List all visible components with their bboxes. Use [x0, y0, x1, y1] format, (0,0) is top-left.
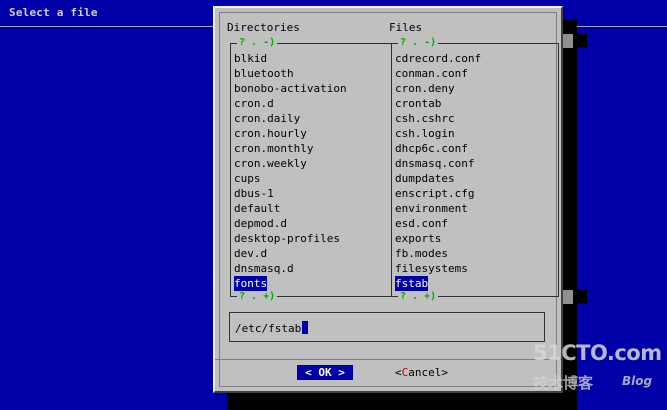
directory-item[interactable]: cron.monthly — [234, 142, 313, 155]
files-list: cdrecord.conf conman.conf cron.deny crontab… — [395, 51, 481, 291]
directory-item-row: cron.monthly — [234, 141, 347, 156]
files-scroll-down-indicator[interactable]: ? . +) — [398, 291, 439, 302]
file-item[interactable]: fb.modes — [395, 247, 448, 260]
file-item-row: conman.conf — [395, 66, 481, 81]
back-title: Select a file — [9, 6, 98, 19]
file-item[interactable]: environment — [395, 202, 468, 215]
cancel-button-rest: ancel> — [408, 366, 448, 379]
text-cursor — [302, 321, 309, 334]
ok-button[interactable]: < OK > — [297, 365, 353, 380]
file-item[interactable]: cron.deny — [395, 82, 455, 95]
file-item[interactable]: filesystems — [395, 262, 468, 275]
path-input[interactable]: /etc/fstab — [229, 312, 545, 342]
directory-item[interactable]: dnsmasq.d — [234, 262, 294, 275]
file-item-row: csh.cshrc — [395, 111, 481, 126]
directory-item[interactable]: bonobo-activation — [234, 82, 347, 95]
directory-item[interactable]: bluetooth — [234, 67, 294, 80]
cancel-button[interactable]: <Cancel> — [395, 365, 448, 380]
file-item-row: cdrecord.conf — [395, 51, 481, 66]
file-item-row: esd.conf — [395, 216, 481, 231]
ok-button-right-bracket: > — [331, 366, 345, 379]
path-input-value[interactable]: /etc/fstab — [235, 321, 309, 335]
directory-item-row: default — [234, 201, 347, 216]
directory-item-row: cron.d — [234, 96, 347, 111]
right-edge-tab-bottom-dark — [573, 290, 587, 304]
directory-item[interactable]: default — [234, 202, 280, 215]
directory-item-row: bluetooth — [234, 66, 347, 81]
directory-item-row: bonobo-activation — [234, 81, 347, 96]
directory-item-row: dnsmasq.d — [234, 261, 347, 276]
file-item[interactable]: dumpdates — [395, 172, 455, 185]
file-item-row: crontab — [395, 96, 481, 111]
directory-item-row: desktop-profiles — [234, 231, 347, 246]
file-item[interactable]: enscript.cfg — [395, 187, 474, 200]
directory-item-row: cron.daily — [234, 111, 347, 126]
file-item-row: csh.login — [395, 126, 481, 141]
file-item[interactable]: esd.conf — [395, 217, 448, 230]
directory-item[interactable]: depmod.d — [234, 217, 287, 230]
directory-item-row: dbus-1 — [234, 186, 347, 201]
file-item[interactable]: exports — [395, 232, 441, 245]
file-item-row: exports — [395, 231, 481, 246]
watermark-subtitle: 技术博客 — [533, 374, 594, 392]
dialog-button-separator — [215, 359, 561, 360]
file-item-row: dumpdates — [395, 171, 481, 186]
directory-item-row: fonts — [234, 276, 347, 291]
directories-list: blkid bluetooth bonobo-activation cron.d cro… — [234, 51, 347, 291]
directory-item[interactable]: cups — [234, 172, 261, 185]
file-item-row: environment — [395, 201, 481, 216]
directory-item[interactable]: cron.d — [234, 97, 274, 110]
files-heading: Files — [389, 21, 423, 34]
file-item[interactable]: dhcp6c.conf — [395, 142, 468, 155]
files-scroll-up-indicator[interactable]: ? . -) — [398, 37, 439, 48]
file-item[interactable]: dnsmasq.conf — [395, 157, 474, 170]
directories-heading: Directories — [227, 21, 300, 34]
watermark-logo: 51CTO.com — [533, 341, 662, 365]
directory-item-row: blkid — [234, 51, 347, 66]
directory-item-row: dev.d — [234, 246, 347, 261]
ok-button-left-bracket: < — [305, 366, 319, 379]
right-edge-tab-top-dark — [573, 34, 587, 48]
directory-item[interactable]: cron.weekly — [234, 157, 307, 170]
directory-item[interactable]: blkid — [234, 52, 267, 65]
directory-item-row: depmod.d — [234, 216, 347, 231]
file-item-row: cron.deny — [395, 81, 481, 96]
cancel-button-prefix: < — [395, 366, 402, 379]
file-item[interactable]: csh.cshrc — [395, 112, 455, 125]
watermark-blog: Blog — [622, 374, 653, 388]
directory-item-row: cups — [234, 171, 347, 186]
directory-item[interactable]: desktop-profiles — [234, 232, 340, 245]
directory-item[interactable]: fonts — [234, 276, 268, 291]
file-item-row: filesystems — [395, 261, 481, 276]
directory-item-row: cron.weekly — [234, 156, 347, 171]
file-item[interactable]: crontab — [395, 97, 441, 110]
file-item[interactable]: cdrecord.conf — [395, 52, 481, 65]
directories-scroll-down-indicator[interactable]: ? . +) — [237, 291, 278, 302]
directory-item[interactable]: cron.daily — [234, 112, 300, 125]
file-item-row: enscript.cfg — [395, 186, 481, 201]
ok-button-label: OK — [318, 366, 332, 379]
file-item[interactable]: fstab — [395, 276, 429, 291]
directory-item[interactable]: dbus-1 — [234, 187, 274, 200]
file-item-row: dhcp6c.conf — [395, 141, 481, 156]
path-text: /etc/fstab — [235, 322, 302, 335]
directories-scroll-up-indicator[interactable]: ? . -) — [237, 37, 278, 48]
file-item-row: fb.modes — [395, 246, 481, 261]
file-item-row: fstab — [395, 276, 481, 291]
directory-item-row: cron.hourly — [234, 126, 347, 141]
directory-item[interactable]: cron.hourly — [234, 127, 307, 140]
file-item[interactable]: conman.conf — [395, 67, 468, 80]
file-item-row: dnsmasq.conf — [395, 156, 481, 171]
directory-item[interactable]: dev.d — [234, 247, 267, 260]
file-item[interactable]: csh.login — [395, 127, 455, 140]
